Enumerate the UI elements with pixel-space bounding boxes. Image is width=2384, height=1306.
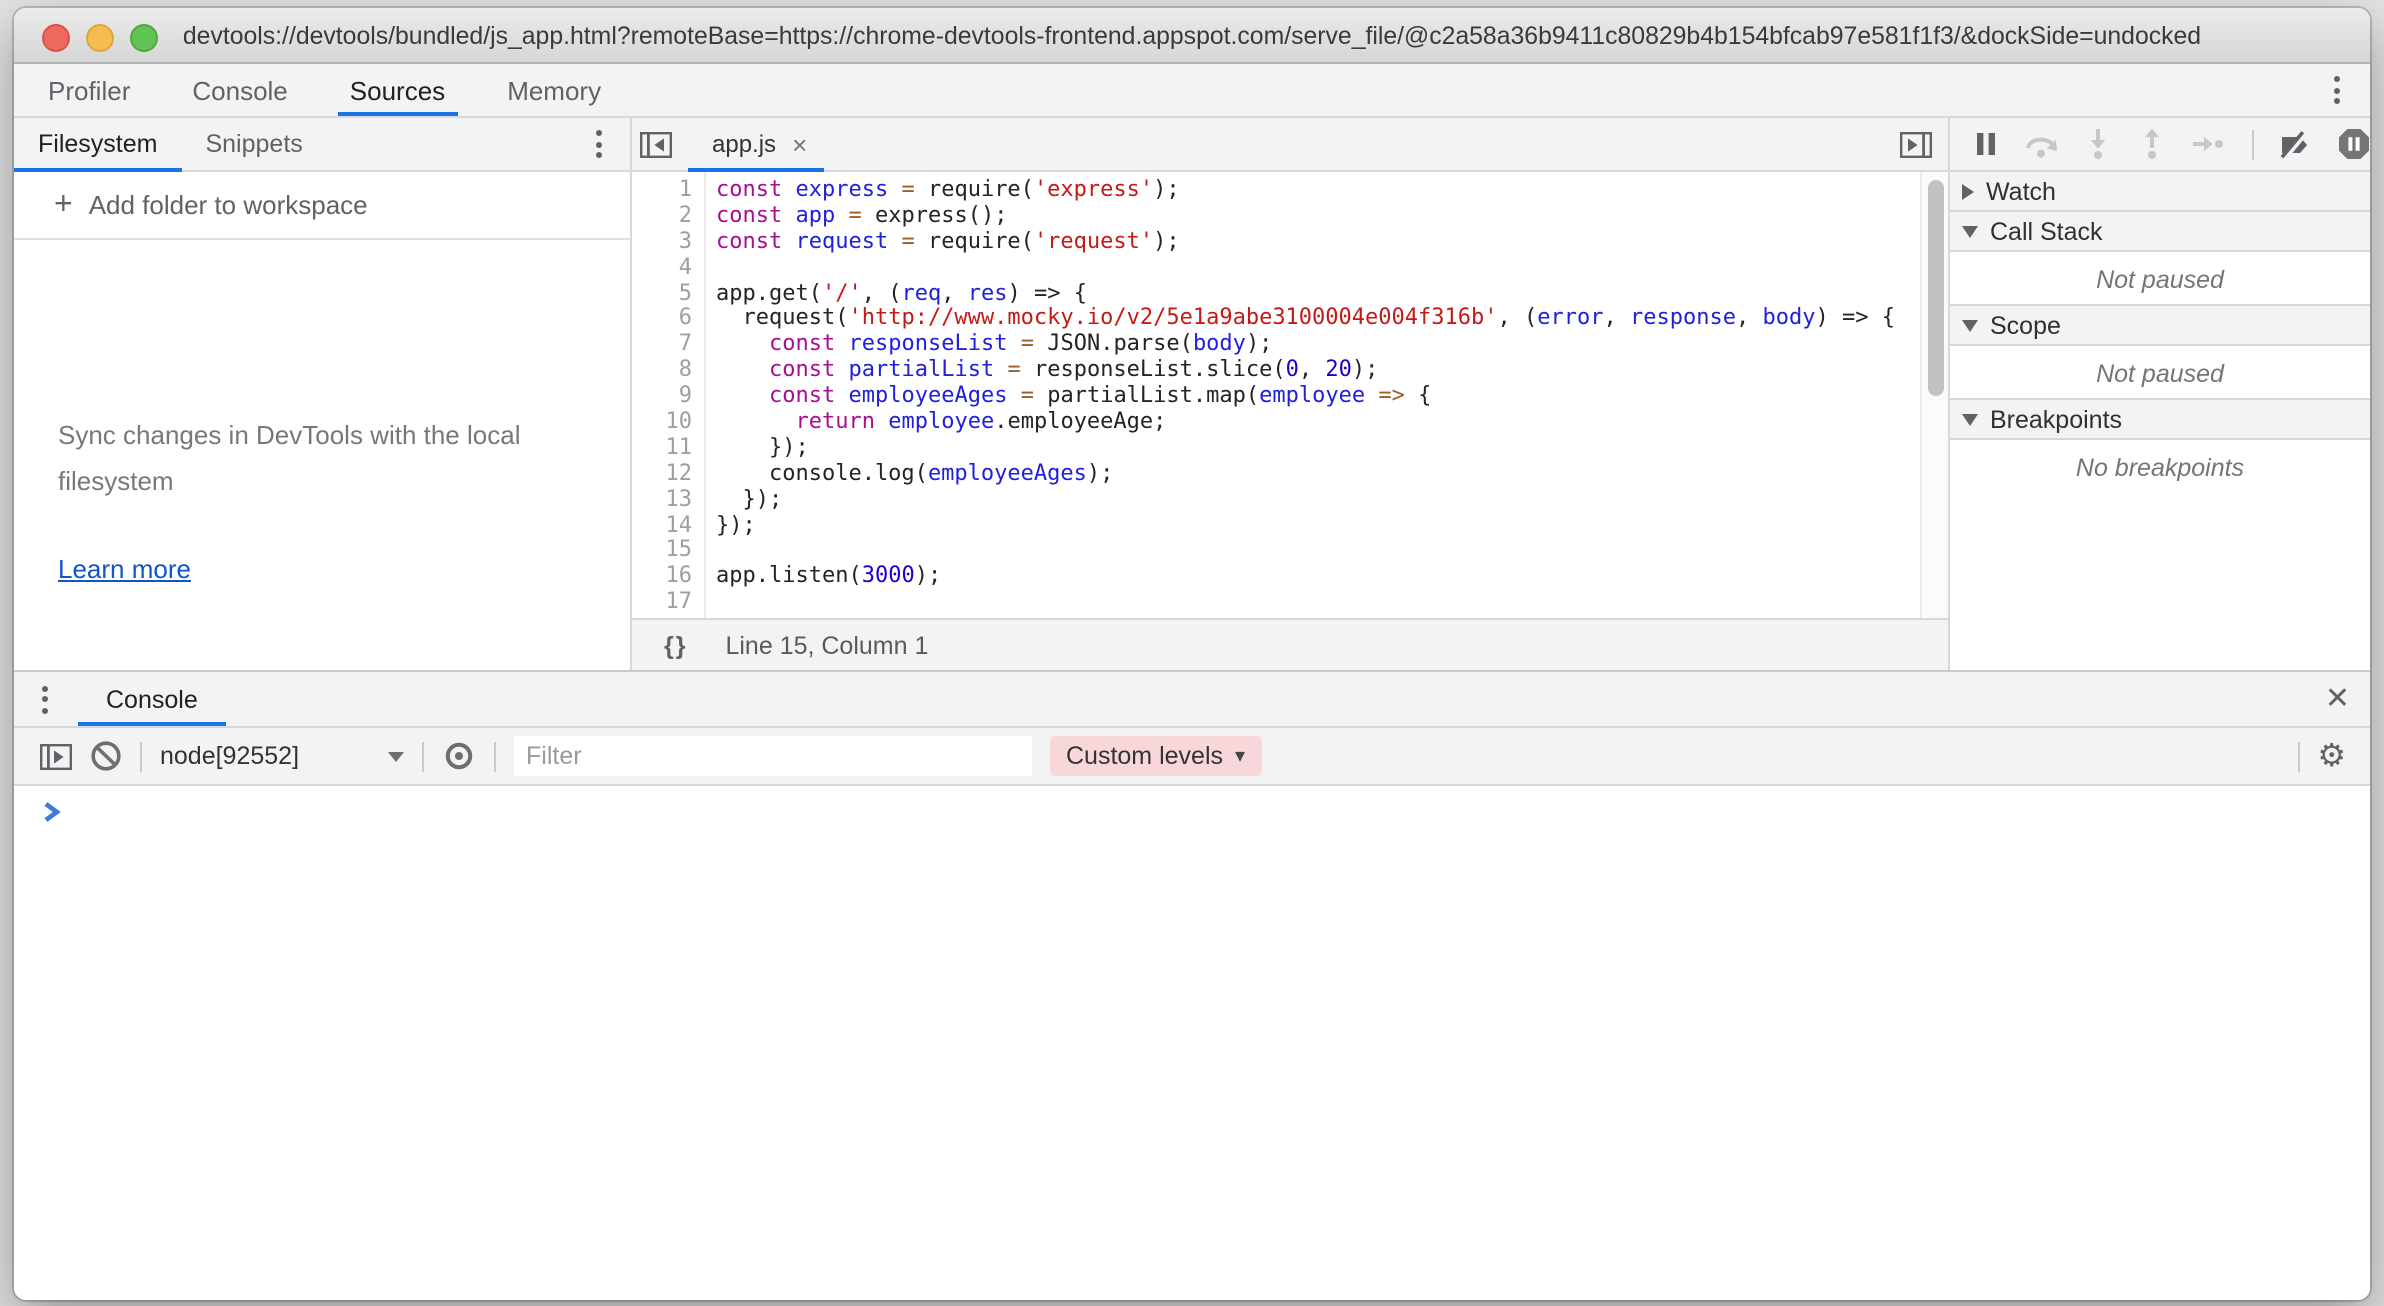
custom-levels-label: Custom levels bbox=[1066, 742, 1223, 770]
title-bar: devtools://devtools/bundled/js_app.html?… bbox=[14, 8, 2370, 64]
close-window-button[interactable] bbox=[42, 23, 70, 51]
section-breakpoints[interactable]: Breakpoints bbox=[1950, 398, 2370, 440]
desktop: devtools://devtools/bundled/js_app.html?… bbox=[0, 0, 2384, 1306]
section-label: Scope bbox=[1990, 311, 2061, 339]
main-menu-kebab-icon[interactable] bbox=[2322, 74, 2350, 106]
custom-levels-dropdown[interactable]: Custom levels ▾ bbox=[1050, 736, 1261, 776]
execution-context-dropdown[interactable]: node[92552] bbox=[160, 742, 404, 770]
sync-description: Sync changes in DevTools with the local … bbox=[58, 412, 558, 504]
section-scope[interactable]: Scope bbox=[1950, 304, 2370, 346]
plus-icon: + bbox=[54, 189, 73, 221]
code-editor[interactable]: 1234567891011121314151617 const express … bbox=[632, 172, 1948, 618]
tab-console[interactable]: Console bbox=[164, 64, 315, 116]
tab-snippets[interactable]: Snippets bbox=[181, 118, 326, 170]
console-tab-label: Console bbox=[106, 685, 198, 713]
window-title: devtools://devtools/bundled/js_app.html?… bbox=[183, 21, 2201, 49]
editor-status-bar: {} Line 15, Column 1 bbox=[632, 618, 1948, 670]
step-over-icon[interactable] bbox=[2024, 129, 2058, 159]
traffic-lights bbox=[42, 23, 158, 51]
toolbar-divider bbox=[140, 741, 142, 771]
toolbar-divider bbox=[2297, 741, 2299, 771]
step-into-icon[interactable] bbox=[2084, 128, 2112, 160]
chevron-down-icon bbox=[1962, 319, 1978, 331]
tab-console-drawer[interactable]: Console bbox=[78, 672, 226, 726]
tab-profiler[interactable]: Profiler bbox=[20, 64, 158, 116]
sources-panel: Filesystem Snippets + Add folder to work… bbox=[14, 118, 2370, 670]
editor-scrollbar-thumb[interactable] bbox=[1927, 180, 1943, 396]
toggle-navigator-icon[interactable] bbox=[632, 118, 680, 170]
navigator-sidebar: Filesystem Snippets + Add folder to work… bbox=[14, 118, 632, 670]
console-drawer: Console ✕ node[92552] bbox=[14, 670, 2370, 1300]
editor-scrollbar[interactable] bbox=[1920, 172, 1948, 618]
dropdown-arrow-icon bbox=[388, 751, 404, 761]
devtools-window: devtools://devtools/bundled/js_app.html?… bbox=[14, 8, 2370, 1300]
step-out-icon[interactable] bbox=[2138, 128, 2166, 160]
custom-levels-arrow-icon: ▾ bbox=[1235, 745, 1245, 767]
breakpoints-message: No breakpoints bbox=[1950, 440, 2370, 494]
tab-sources[interactable]: Sources bbox=[322, 64, 473, 116]
chevron-right-icon bbox=[1962, 183, 1974, 199]
debugger-toolbar bbox=[1950, 118, 2370, 172]
main-tab-bar: Profiler Console Sources Memory bbox=[14, 64, 2370, 118]
chevron-down-icon bbox=[1962, 413, 1978, 425]
section-call-stack[interactable]: Call Stack bbox=[1950, 210, 2370, 252]
toolbar-divider bbox=[422, 741, 424, 771]
console-menu-kebab-icon[interactable] bbox=[30, 683, 58, 715]
section-label: Watch bbox=[1986, 177, 2056, 205]
cursor-position: Line 15, Column 1 bbox=[725, 631, 928, 659]
add-folder-button[interactable]: + Add folder to workspace bbox=[14, 172, 630, 240]
toolbar-divider bbox=[494, 741, 496, 771]
navigator-tab-bar: Filesystem Snippets bbox=[14, 118, 630, 172]
add-folder-label: Add folder to workspace bbox=[89, 190, 368, 220]
navigator-kebab-icon[interactable] bbox=[584, 128, 612, 160]
scope-message: Not paused bbox=[1950, 346, 2370, 400]
console-messages[interactable] bbox=[14, 786, 2370, 1300]
live-expression-eye-icon[interactable] bbox=[442, 740, 476, 772]
learn-more-link[interactable]: Learn more bbox=[58, 554, 191, 584]
pretty-print-icon[interactable]: {} bbox=[664, 631, 687, 659]
console-toolbar: node[92552] Custom levels ▾ ⚙ bbox=[14, 728, 2370, 786]
close-tab-icon[interactable]: × bbox=[792, 129, 807, 159]
section-label: Breakpoints bbox=[1990, 405, 2122, 433]
editor-tab-label: app.js bbox=[712, 130, 776, 158]
editor-tab-appjs[interactable]: app.js × bbox=[688, 118, 823, 170]
toggle-debugger-sidebar-icon[interactable] bbox=[1892, 131, 1940, 157]
chevron-down-icon bbox=[1962, 225, 1978, 237]
gutter[interactable]: 1234567891011121314151617 bbox=[632, 172, 706, 618]
tab-filesystem[interactable]: Filesystem bbox=[14, 118, 181, 170]
clear-console-icon[interactable] bbox=[90, 740, 122, 772]
pause-script-icon[interactable] bbox=[1974, 130, 1998, 158]
minimize-window-button[interactable] bbox=[86, 23, 114, 51]
execution-context-value: node[92552] bbox=[160, 742, 299, 770]
console-prompt-icon bbox=[42, 800, 62, 824]
console-filter-input[interactable] bbox=[514, 736, 1032, 776]
debugger-sidebar: Watch Call Stack Not paused Scope Not pa… bbox=[1948, 118, 2370, 670]
zoom-window-button[interactable] bbox=[130, 23, 158, 51]
code-lines[interactable]: const express = require('express');const… bbox=[706, 172, 1948, 618]
section-watch[interactable]: Watch bbox=[1950, 172, 2370, 212]
editor-tab-bar: app.js × bbox=[632, 118, 1948, 172]
deactivate-breakpoints-icon[interactable] bbox=[2280, 129, 2312, 159]
console-sidebar-icon[interactable] bbox=[40, 743, 72, 769]
pause-on-exceptions-icon[interactable] bbox=[2338, 128, 2370, 160]
tab-memory[interactable]: Memory bbox=[479, 64, 629, 116]
step-icon[interactable] bbox=[2192, 130, 2226, 158]
close-drawer-icon[interactable]: ✕ bbox=[2325, 680, 2350, 716]
editor-column: app.js × 12345678910 bbox=[632, 118, 1948, 670]
section-label: Call Stack bbox=[1990, 217, 2103, 245]
console-settings-gear-icon[interactable]: ⚙ bbox=[2317, 740, 2346, 772]
toolbar-divider bbox=[2252, 129, 2254, 159]
console-header: Console ✕ bbox=[14, 672, 2370, 728]
call-stack-message: Not paused bbox=[1950, 252, 2370, 306]
